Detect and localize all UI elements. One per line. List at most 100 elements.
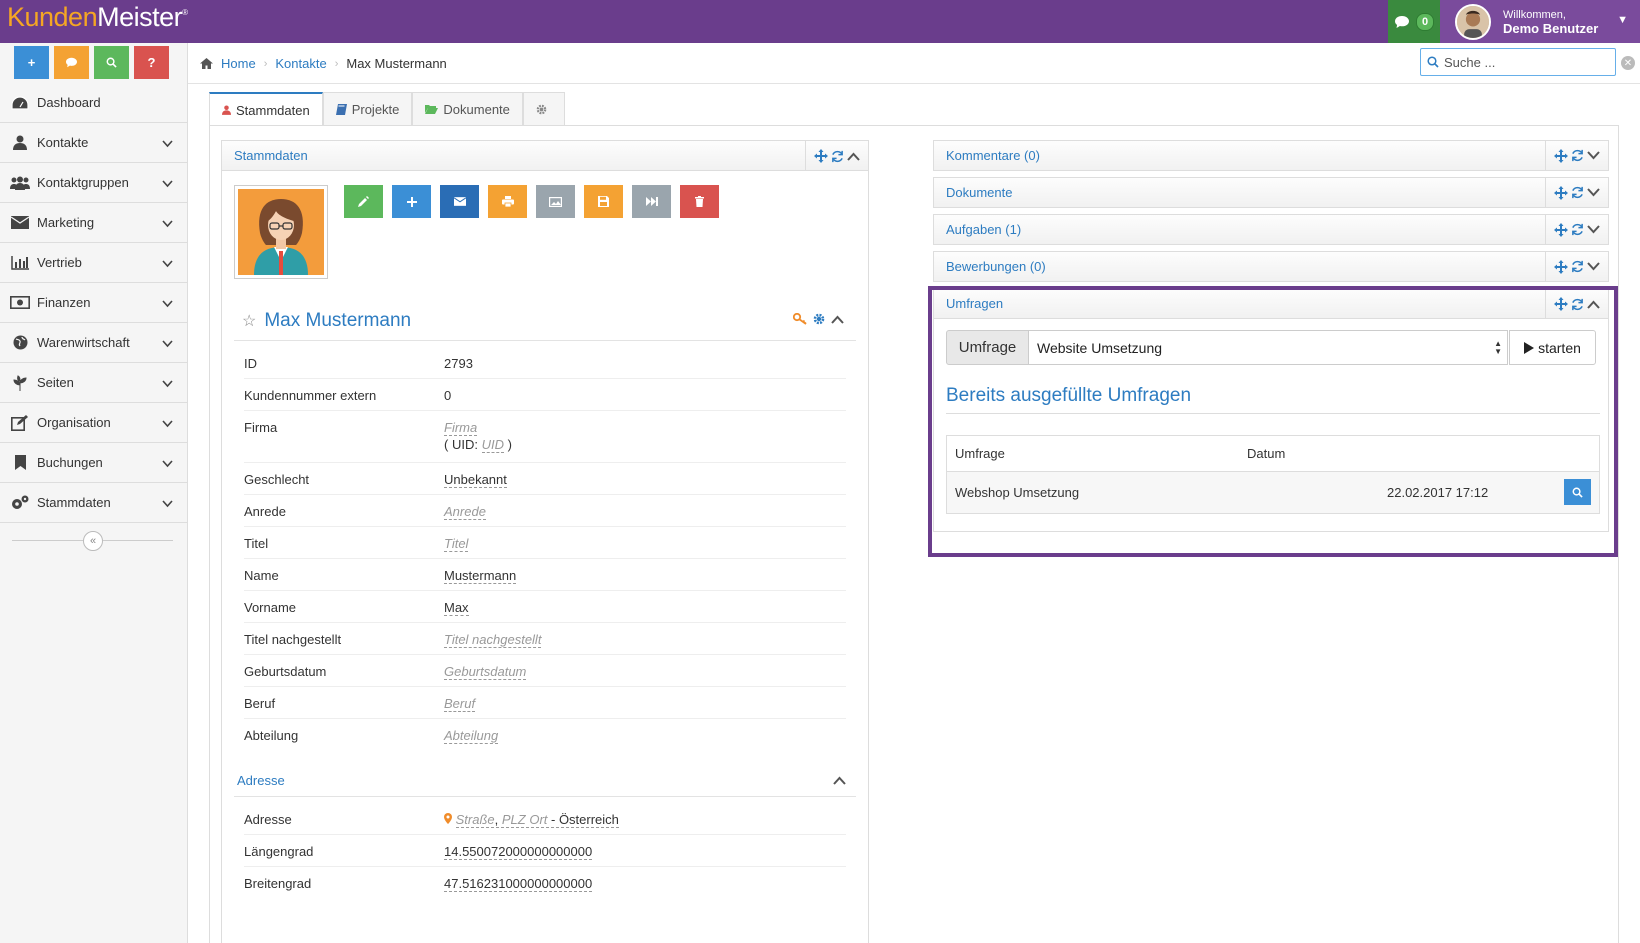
quick-search-button[interactable] [94,46,129,79]
field-label: Vorname [244,600,297,615]
next-button[interactable] [632,185,671,218]
key-icon[interactable] [793,313,807,325]
image-button[interactable] [536,185,575,218]
refresh-icon[interactable] [831,150,844,163]
field-firma: Firma Firma ( UID: UID ) [244,411,846,463]
breitengrad-editable[interactable]: 47.516231000000000000 [444,876,593,892]
titel-nachgestellt-editable[interactable]: Titel nachgestellt [444,632,542,648]
gear-icon[interactable] [813,313,825,325]
chevron-up-icon[interactable] [831,315,844,324]
widget-header[interactable]: Aufgaben (1) [934,215,1608,244]
gears-icon [10,494,30,512]
delete-button[interactable] [680,185,719,218]
move-icon[interactable] [1554,148,1568,163]
sidebar-item-label: Kontaktgruppen [37,175,129,190]
sidebar-item-vertrieb[interactable]: Vertrieb [0,243,187,283]
field-breitengrad: Breitengrad 47.516231000000000000 [244,867,846,899]
field-beruf: Beruf Beruf [244,687,846,719]
field-kundennummer-extern: Kundennummer extern 0 [244,379,846,411]
sidebar-item-dashboard[interactable]: Dashboard [0,83,187,123]
chevron-down-icon [162,416,173,431]
sidebar-item-marketing[interactable]: Marketing [0,203,187,243]
chevron-up-icon[interactable] [833,773,846,788]
field-titel-nachgestellt: Titel nachgestellt Titel nachgestellt [244,623,846,655]
edit-button[interactable] [344,185,383,218]
user-menu[interactable]: Willkommen, Demo Benutzer ▼ [1440,0,1640,43]
widget-header[interactable]: Dokumente [934,178,1608,207]
widget-header[interactable]: Bewerbungen (0) [934,252,1608,281]
refresh-icon[interactable] [1571,260,1584,273]
sidebar-item-stammdaten[interactable]: Stammdaten [0,483,187,523]
save-button[interactable] [584,185,623,218]
refresh-icon[interactable] [1571,186,1584,199]
sidebar-item-seiten[interactable]: Seiten [0,363,187,403]
chevron-down-icon[interactable] [1587,225,1600,234]
uid-editable[interactable]: UID [481,437,504,453]
laengengrad-editable[interactable]: 14.550072000000000000 [444,844,593,860]
print-button[interactable] [488,185,527,218]
refresh-icon[interactable] [1571,223,1584,236]
abteilung-editable[interactable]: Abteilung [444,728,499,744]
sidebar-item-finanzen[interactable]: Finanzen [0,283,187,323]
tab-projekte[interactable]: Projekte [322,92,413,125]
sidebar-item-buchungen[interactable]: Buchungen [0,443,187,483]
sidebar-item-warenwirtschaft[interactable]: Warenwirtschaft [0,323,187,363]
geschlecht-editable[interactable]: Unbekannt [444,472,507,488]
move-icon[interactable] [1554,185,1568,200]
breadcrumb-contacts-link[interactable]: Kontakte [275,56,326,71]
field-label: Titel [244,536,269,551]
id-value: 2793 [444,356,473,371]
user-avatar [1455,3,1491,40]
sidebar-item-kontakte[interactable]: Kontakte [0,123,187,163]
tab-settings[interactable] [522,92,565,125]
email-button[interactable] [440,185,479,218]
quick-add-button[interactable]: + [14,46,49,79]
adresse-section-header[interactable]: Adresse [234,765,856,797]
breadcrumb-home-link[interactable]: Home [221,56,256,71]
contact-photo[interactable] [234,185,328,279]
chat-icon [66,57,77,68]
field-value: Anrede [444,495,486,526]
tab-stammdaten[interactable]: Stammdaten [209,92,323,126]
field-geschlecht: Geschlecht Unbekannt [244,463,846,495]
titel-editable[interactable]: Titel [444,536,469,552]
city-placeholder[interactable]: PLZ Ort [502,812,548,827]
street-placeholder[interactable]: Straße [456,812,495,827]
geburtsdatum-editable[interactable]: Geburtsdatum [444,664,527,680]
home-icon [200,58,213,69]
chevron-up-icon[interactable] [847,152,860,161]
field-laengengrad: Längengrad 14.550072000000000000 [244,835,846,867]
app-logo[interactable]: KundenMeister® [7,2,188,33]
sidebar-item-label: Warenwirtschaft [37,335,130,350]
vorname-editable[interactable]: Max [444,600,469,616]
add-button[interactable] [392,185,431,218]
move-icon[interactable] [1554,259,1568,274]
sidebar-item-organisation[interactable]: Organisation [0,403,187,443]
quick-help-button[interactable]: ? [134,46,169,79]
widget-title: Dokumente [946,185,1013,200]
uid-prefix: ( UID: [444,437,482,452]
envelope-icon [453,197,466,206]
search-input[interactable] [1444,54,1594,70]
name-editable[interactable]: Mustermann [444,568,517,584]
beruf-editable[interactable]: Beruf [444,696,476,712]
sidebar-item-kontaktgruppen[interactable]: Kontaktgruppen [0,163,187,203]
refresh-icon[interactable] [1571,149,1584,162]
firma-editable[interactable]: Firma [444,420,478,436]
tab-dokumente[interactable]: Dokumente [412,92,523,125]
messages-button[interactable]: 0 [1388,0,1440,43]
field-vorname: Vorname Max [244,591,846,623]
clear-search-icon[interactable]: ✕ [1621,56,1635,70]
sidebar-item-label: Stammdaten [37,495,111,510]
move-icon[interactable] [814,149,828,163]
avatar-illustration [254,199,308,275]
quick-chat-button[interactable] [54,46,89,79]
double-chevron-left-icon[interactable]: « [83,531,103,551]
chevron-down-icon[interactable] [1587,188,1600,197]
widget-header[interactable]: Kommentare (0) [934,141,1608,170]
star-icon[interactable]: ☆ [242,311,256,331]
anrede-editable[interactable]: Anrede [444,504,486,520]
chevron-down-icon[interactable] [1587,151,1600,160]
move-icon[interactable] [1554,222,1568,237]
chevron-down-icon[interactable] [1587,262,1600,271]
